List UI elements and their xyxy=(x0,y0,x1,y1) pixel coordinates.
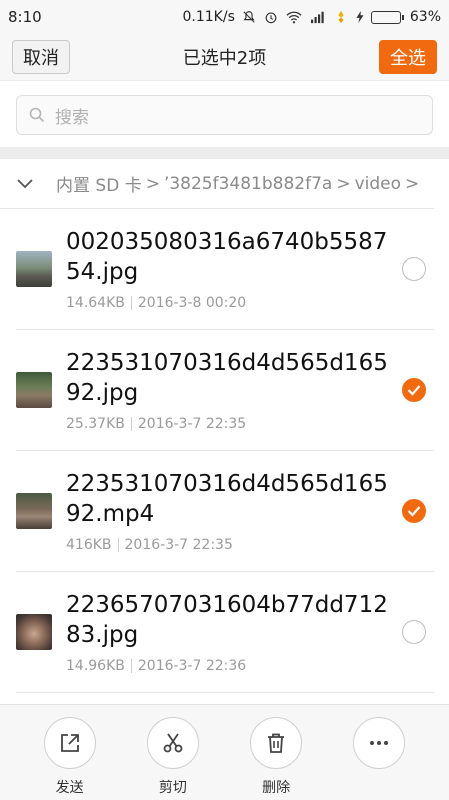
status-bar: 8:10 0.11K/s 63% xyxy=(0,0,449,34)
file-name: 22365707031604b77dd71283.jpg xyxy=(66,592,388,648)
send-button[interactable]: 发送 xyxy=(30,717,110,800)
breadcrumb-separator: > xyxy=(336,173,351,194)
select-checkbox[interactable] xyxy=(402,499,426,523)
charging-icon xyxy=(356,10,364,24)
breadcrumb-path: 内置 SD 卡 > ’3825f3481b882f7a > video > xyxy=(56,171,420,197)
cut-label: 剪切 xyxy=(158,780,187,796)
search-input[interactable]: 搜索 xyxy=(16,95,433,135)
select-checkbox[interactable] xyxy=(402,257,426,281)
file-list: 002035080316a6740b558754.jpg 14.64KB 2016… xyxy=(0,209,449,693)
breadcrumb: 内置 SD 卡 > ’3825f3481b882f7a > video > xyxy=(0,159,434,209)
scissors-icon xyxy=(163,733,183,753)
file-row[interactable]: 223531070316d4d565d16592.mp4 416KB 2016-3… xyxy=(16,451,434,572)
send-label: 发送 xyxy=(55,780,84,796)
cut-button[interactable]: 剪切 xyxy=(133,717,213,800)
breadcrumb-item[interactable]: ’3825f3481b882f7a xyxy=(164,174,332,194)
file-row[interactable]: 223531070316d4d565d16592.jpg 25.37KB 2016… xyxy=(16,330,434,451)
cancel-button[interactable]: 取消 xyxy=(12,40,70,74)
page-title: 已选中2项 xyxy=(182,48,267,69)
delete-label: 删除 xyxy=(262,780,291,796)
more-button[interactable] xyxy=(339,717,419,800)
select-all-button[interactable]: 全选 xyxy=(378,40,437,74)
file-date: 2016-3-7 22:35 xyxy=(124,537,233,553)
file-size: 25.37KB xyxy=(66,416,125,432)
battery-percent: 63% xyxy=(409,9,441,25)
file-date: 2016-3-7 22:35 xyxy=(137,416,247,432)
file-name: 002035080316a6740b558754.jpg xyxy=(66,229,388,285)
file-date: 2016-3-8 00:20 xyxy=(137,295,247,311)
breadcrumb-separator: > xyxy=(405,173,420,194)
checkmark-icon xyxy=(407,506,421,517)
status-icons: 0.11K/s 63% xyxy=(183,9,442,25)
breadcrumb-item[interactable]: 内置 SD 卡 xyxy=(56,171,142,196)
breadcrumb-separator: > xyxy=(145,173,160,194)
share-icon xyxy=(60,734,79,752)
bottom-action-bar: 发送 剪切 删除 xyxy=(0,704,449,800)
file-name: 223531070316d4d565d16592.jpg xyxy=(66,350,388,406)
title-bar: 取消 已选中2项 全选 xyxy=(0,34,449,80)
breadcrumb-item[interactable]: video xyxy=(355,174,401,194)
trash-icon xyxy=(268,733,285,753)
signal-icon xyxy=(310,11,324,24)
file-thumbnail xyxy=(16,493,52,529)
file-row[interactable]: 22365707031604b77dd71283.jpg 14.96KB 2016… xyxy=(16,572,434,693)
file-thumbnail xyxy=(16,614,52,650)
file-date: 2016-3-7 22:36 xyxy=(137,658,247,674)
battery-icon xyxy=(370,10,404,24)
select-checkbox[interactable] xyxy=(402,620,426,644)
file-thumbnail xyxy=(16,372,52,408)
file-thumbnail xyxy=(16,251,52,287)
wifi-icon xyxy=(286,11,302,24)
delete-button[interactable]: 删除 xyxy=(236,717,316,800)
search-area: 搜索 xyxy=(0,80,449,147)
network-speed: 0.11K/s xyxy=(182,9,235,25)
alarm-icon xyxy=(265,12,277,24)
chevron-down-icon[interactable] xyxy=(16,178,34,190)
file-size: 416KB xyxy=(66,537,112,553)
mute-icon xyxy=(243,11,255,23)
checkmark-icon xyxy=(407,385,421,396)
file-size: 14.64KB xyxy=(66,295,125,311)
more-icon xyxy=(370,741,389,745)
file-size: 14.96KB xyxy=(66,658,125,674)
select-checkbox[interactable] xyxy=(402,378,426,402)
search-placeholder: 搜索 xyxy=(55,107,89,128)
file-name: 223531070316d4d565d16592.mp4 xyxy=(66,471,388,527)
file-row[interactable]: 002035080316a6740b558754.jpg 14.64KB 2016… xyxy=(16,209,434,330)
status-time: 8:10 xyxy=(8,8,42,26)
search-icon xyxy=(29,107,45,123)
app-notif-icon xyxy=(338,10,344,24)
section-divider xyxy=(0,147,449,159)
